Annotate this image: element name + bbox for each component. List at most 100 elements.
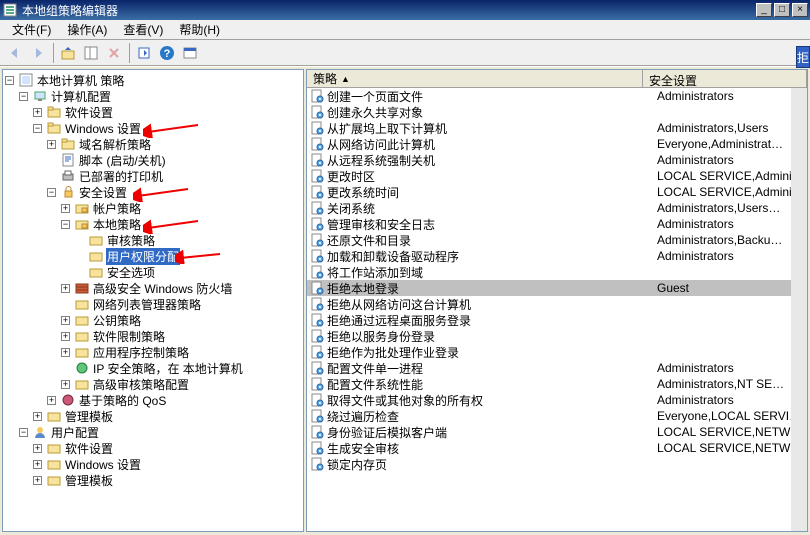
policy-setting: LOCAL SERVICE,NETWOR…: [657, 425, 807, 439]
back-button[interactable]: [4, 42, 26, 64]
tree-user-config[interactable]: −用户配置: [5, 424, 301, 440]
computer-icon: [32, 88, 48, 104]
tree-account-policies[interactable]: +帐户策略: [5, 200, 301, 216]
tree-software-restriction[interactable]: +软件限制策略: [5, 328, 301, 344]
vertical-scrollbar[interactable]: [791, 88, 807, 531]
list-row[interactable]: 从网络访问此计算机Everyone,Administrat…: [307, 136, 807, 152]
list-row[interactable]: 从扩展坞上取下计算机Administrators,Users: [307, 120, 807, 136]
policy-setting: Everyone,LOCAL SERVI…: [657, 409, 807, 423]
tree-adv-audit[interactable]: +高级审核策略配置: [5, 376, 301, 392]
toolbar-separator: [129, 43, 130, 63]
firewall-icon: [74, 280, 90, 296]
policy-name: 从网络访问此计算机: [327, 136, 657, 153]
show-hide-button[interactable]: [80, 42, 102, 64]
list-row[interactable]: 配置文件系统性能Administrators,NT SE…: [307, 376, 807, 392]
tree-dns-policy[interactable]: +域名解析策略: [5, 136, 301, 152]
list-row[interactable]: 拒绝从网络访问这台计算机: [307, 296, 807, 312]
policy-setting: Administrators,Users: [657, 121, 807, 135]
tree-security-options[interactable]: 安全选项: [5, 264, 301, 280]
list-row[interactable]: 生成安全审核LOCAL SERVICE,NETWOR…: [307, 440, 807, 456]
export-button[interactable]: [133, 42, 155, 64]
list-row[interactable]: 将工作站添加到域: [307, 264, 807, 280]
tree-ip-security[interactable]: IP 安全策略，在 本地计算机: [5, 360, 301, 376]
policy-icon: [309, 200, 325, 216]
list-row[interactable]: 拒绝作为批处理作业登录: [307, 344, 807, 360]
tree-user-software[interactable]: +软件设置: [5, 440, 301, 456]
menu-help[interactable]: 帮助(H): [171, 19, 228, 40]
policy-icon: [309, 312, 325, 328]
policy-name: 拒绝作为批处理作业登录: [327, 344, 657, 361]
properties-button[interactable]: [179, 42, 201, 64]
list-row[interactable]: 拒绝本地登录Guest: [307, 280, 807, 296]
tree-root[interactable]: −本地计算机 策略: [5, 72, 301, 88]
policy-icon: [309, 120, 325, 136]
tree-public-key[interactable]: +公钥策略: [5, 312, 301, 328]
list-row[interactable]: 管理审核和安全日志Administrators: [307, 216, 807, 232]
minimize-button[interactable]: _: [756, 3, 772, 17]
policy-icon: [309, 136, 325, 152]
forward-button[interactable]: [27, 42, 49, 64]
content-area: −本地计算机 策略 −计算机配置 +软件设置 −Windows 设置 +域名解析…: [0, 66, 810, 534]
tree-software-settings[interactable]: +软件设置: [5, 104, 301, 120]
menu-action[interactable]: 操作(A): [59, 19, 115, 40]
column-security-setting[interactable]: 安全设置: [643, 70, 807, 87]
tree-network-list[interactable]: 网络列表管理器策略: [5, 296, 301, 312]
list-row[interactable]: 关闭系统Administrators,Users…: [307, 200, 807, 216]
ipsec-icon: [74, 360, 90, 376]
tree-admin-templates[interactable]: +管理模板: [5, 408, 301, 424]
tree-app-control[interactable]: +应用程序控制策略: [5, 344, 301, 360]
policy-icon: [309, 376, 325, 392]
column-policy[interactable]: 策略▲: [307, 70, 643, 87]
list-row[interactable]: 取得文件或其他对象的所有权Administrators: [307, 392, 807, 408]
up-button[interactable]: [57, 42, 79, 64]
tree-deployed-printers[interactable]: 已部署的打印机: [5, 168, 301, 184]
policy-name: 将工作站添加到域: [327, 264, 657, 281]
close-button[interactable]: ×: [792, 3, 808, 17]
list-row[interactable]: 拒绝通过远程桌面服务登录: [307, 312, 807, 328]
policy-name: 身份验证后模拟客户端: [327, 424, 657, 441]
policy-setting: Guest: [657, 281, 807, 295]
list-row[interactable]: 身份验证后模拟客户端LOCAL SERVICE,NETWOR…: [307, 424, 807, 440]
list-row[interactable]: 更改系统时间LOCAL SERVICE,Admini…: [307, 184, 807, 200]
list-pane[interactable]: 策略▲ 安全设置 创建一个页面文件Administrators创建永久共享对象从…: [306, 69, 808, 532]
list-row[interactable]: 创建一个页面文件Administrators: [307, 88, 807, 104]
policy-setting: LOCAL SERVICE,Admini…: [657, 169, 807, 183]
list-row[interactable]: 更改时区LOCAL SERVICE,Admini…: [307, 168, 807, 184]
list-row[interactable]: 还原文件和目录Administrators,Backu…: [307, 232, 807, 248]
tree-policy-qos[interactable]: +基于策略的 QoS: [5, 392, 301, 408]
list-body: 创建一个页面文件Administrators创建永久共享对象从扩展坞上取下计算机…: [307, 88, 807, 472]
window-titlebar: 本地组策略编辑器 _ □ ×: [0, 0, 810, 20]
folder-lock-icon: [88, 232, 104, 248]
list-row[interactable]: 绕过遍历检查Everyone,LOCAL SERVI…: [307, 408, 807, 424]
tree-audit-policy[interactable]: 审核策略: [5, 232, 301, 248]
tree-pane[interactable]: −本地计算机 策略 −计算机配置 +软件设置 −Windows 设置 +域名解析…: [2, 69, 304, 532]
tree-computer-config[interactable]: −计算机配置: [5, 88, 301, 104]
tree-scripts[interactable]: 脚本 (启动/关机): [5, 152, 301, 168]
list-row[interactable]: 锁定内存页: [307, 456, 807, 472]
tree-adv-firewall[interactable]: +高级安全 Windows 防火墙: [5, 280, 301, 296]
tree-user-rights[interactable]: 用户权限分配: [5, 248, 301, 264]
list-row[interactable]: 加载和卸载设备驱动程序Administrators: [307, 248, 807, 264]
list-row[interactable]: 配置文件单一进程Administrators: [307, 360, 807, 376]
tree-user-windows[interactable]: +Windows 设置: [5, 456, 301, 472]
policy-icon: [309, 280, 325, 296]
delete-button[interactable]: [103, 42, 125, 64]
list-row[interactable]: 创建永久共享对象: [307, 104, 807, 120]
maximize-button[interactable]: □: [774, 3, 790, 17]
tree-local-policies[interactable]: −本地策略: [5, 216, 301, 232]
list-row[interactable]: 拒绝以服务身份登录: [307, 328, 807, 344]
tree-user-admin-templates[interactable]: +管理模板: [5, 472, 301, 488]
list-row[interactable]: 从远程系统强制关机Administrators: [307, 152, 807, 168]
folder-icon: [46, 120, 62, 136]
sort-asc-icon: ▲: [341, 74, 350, 84]
right-side-tab[interactable]: 拒: [796, 46, 810, 68]
menu-file[interactable]: 文件(F): [4, 19, 59, 40]
qos-icon: [60, 392, 76, 408]
tree-security-settings[interactable]: −安全设置: [5, 184, 301, 200]
help-button[interactable]: ?: [156, 42, 178, 64]
menu-view[interactable]: 查看(V): [115, 19, 171, 40]
tree-windows-settings[interactable]: −Windows 设置: [5, 120, 301, 136]
folder-icon: [46, 104, 62, 120]
policy-setting: Administrators,Users…: [657, 201, 807, 215]
folder-icon: [74, 344, 90, 360]
